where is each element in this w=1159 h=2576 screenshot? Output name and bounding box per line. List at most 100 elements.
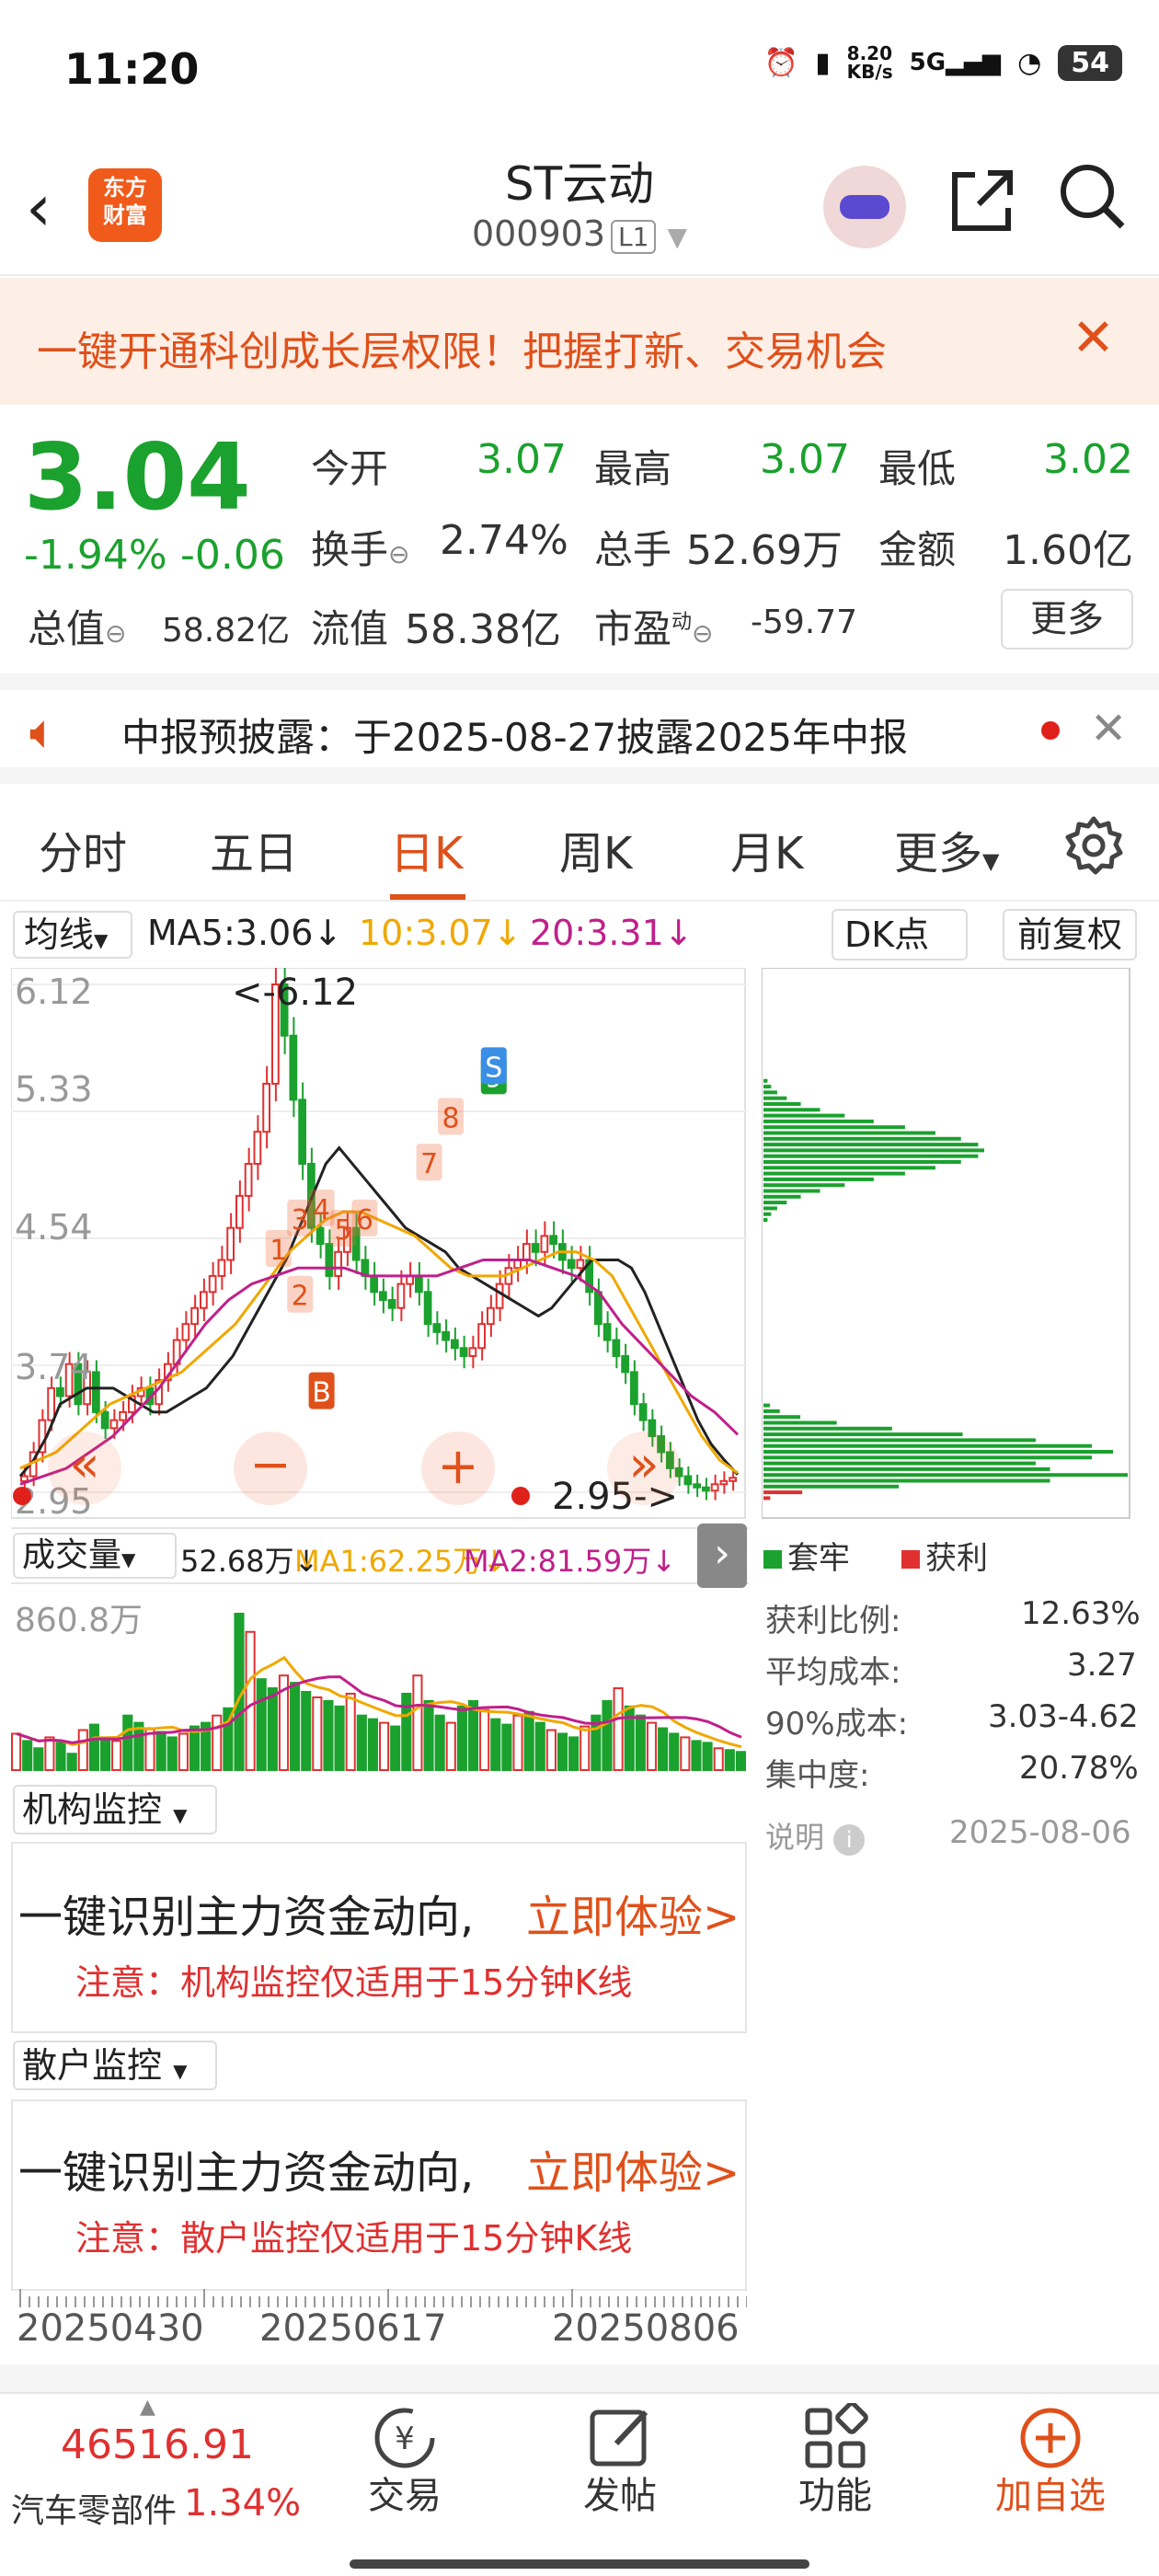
chip-bar [763,1450,1113,1454]
candle [432,1323,442,1333]
change-pct: -1.94% [24,532,167,579]
volume-bar [412,1674,423,1771]
high-annotation: <-6.12 [232,972,359,1014]
candle [522,1243,531,1261]
battery-indicator: 54 [1058,44,1122,81]
chevron-up-icon[interactable]: ▲ [140,2396,155,2419]
volume-bar [501,1723,512,1771]
candle [226,1226,235,1261]
info-icon: i [833,1824,866,1856]
search-icon[interactable] [1058,162,1128,247]
signal-marker-label: 7 [420,1148,438,1180]
chevron-right-icon[interactable]: › [697,1524,747,1588]
zoom-out-button[interactable]: − [234,1432,307,1505]
tab-more[interactable]: 更多▼ [894,817,999,881]
volume-value: 52.69万 [686,527,843,574]
candle [289,1034,298,1101]
info-icon[interactable]: ⊖ [388,539,409,569]
tab-monthly-k[interactable]: 月K [730,817,803,881]
tab-intraday[interactable]: 分时 [39,817,127,881]
chevron-down-icon: ▼ [173,2060,188,2082]
try-now-link[interactable]: 立即体验> [526,2136,740,2201]
volume-bar [111,1740,122,1771]
volume-bar [44,1736,55,1772]
nav-post[interactable]: 发帖 [556,2466,684,2519]
close-icon[interactable]: ✕ [1072,308,1115,368]
level-badge: L1 [611,220,657,254]
chip-bar [763,1194,801,1199]
chip-bar [763,1420,837,1425]
candle [200,1291,208,1309]
volume-bar [11,1732,22,1772]
nav-add-watchlist[interactable]: 加自选 [986,2466,1115,2519]
cost90-value: 3.03-4.62 [988,1698,1139,1735]
scroll-right-button[interactable]: » [607,1432,681,1505]
retail-monitor-select[interactable]: 散户监控 ▼ [13,2041,217,2090]
candle [325,1243,334,1277]
event-dot[interactable] [511,1487,530,1505]
candle [262,1082,270,1133]
low-value: 3.02 [1043,436,1133,483]
share-icon[interactable] [947,166,1017,251]
y-tick: 4.54 [15,1207,93,1248]
candle [451,1339,459,1350]
settings-icon[interactable] [1063,815,1124,880]
volume-bar [445,1721,456,1771]
close-icon[interactable]: ✕ [1090,703,1127,754]
scroll-left-button[interactable]: « [48,1432,121,1505]
assistant-avatar[interactable] [823,166,906,248]
chip-bar [763,1143,979,1147]
candle [334,1250,342,1277]
volume-bar [122,1714,133,1772]
volume-bar [669,1732,680,1772]
legend-profit: 获利 [901,1533,988,1578]
tab-five-day[interactable]: 五日 [210,817,298,881]
indicator-select[interactable]: 成交量▼ [13,1533,177,1579]
ma-select[interactable]: 均线▼ [13,911,132,959]
chevron-down-icon: ▼ [94,929,109,951]
candle [477,1323,486,1350]
info-icon[interactable]: ⊖ [692,618,713,649]
chip-bar [763,1177,874,1181]
float-value: 58.38亿 [405,606,561,653]
status-icons: ⏰ ▮ 8.20 KB/s 5G▂▄▆ ◔ 54 [764,44,1122,81]
chip-bar [763,1148,984,1153]
chip-bar [763,1478,1050,1483]
tab-daily-k[interactable]: 日K [390,817,463,881]
nav-functions[interactable]: 功能 [771,2466,900,2519]
chip-bar [763,1415,801,1420]
chip-bar [763,1426,892,1431]
zoom-in-button[interactable]: + [421,1432,495,1505]
volume-bar [423,1699,434,1771]
ma10-legend: 10:3.07↓ [359,913,522,953]
try-now-link[interactable]: 立即体验> [526,1880,740,1945]
sector-name[interactable]: 汽车零部件 [11,2484,177,2532]
volume-bar [267,1687,278,1771]
more-button[interactable]: 更多 [1001,589,1133,650]
institution-monitor-select[interactable]: 机构监控 ▼ [13,1785,217,1834]
active-tab-indicator [390,894,465,900]
volume-bar [290,1682,301,1771]
chip-bar [763,1443,1092,1448]
volume-bar [189,1725,201,1771]
chip-bar [763,1096,787,1100]
candle [47,1386,55,1421]
chip-note[interactable]: 说明 i [765,1814,866,1857]
dk-point-button[interactable]: DK点 [832,909,968,960]
adjust-button[interactable]: 前复权 [1003,909,1137,960]
sector-index-value[interactable]: 46516.91 [61,2421,254,2468]
volume-bar [635,1714,646,1772]
candle [621,1354,629,1374]
chevron-down-icon: ▼ [667,222,688,252]
date-axis-ticks [19,2289,747,2307]
volume-bar [545,1729,557,1771]
event-dot[interactable] [13,1487,31,1505]
tab-weekly-k[interactable]: 周K [559,817,632,881]
volume-bar [702,1742,713,1771]
info-icon[interactable]: ⊖ [105,618,126,649]
signal-marker-label: 4 [313,1194,330,1226]
chip-distribution-chart[interactable] [762,968,1131,1520]
nav-trade[interactable]: 交易 [340,2466,469,2519]
section-divider [0,2364,1159,2392]
signal-marker-label: 8 [442,1103,459,1135]
